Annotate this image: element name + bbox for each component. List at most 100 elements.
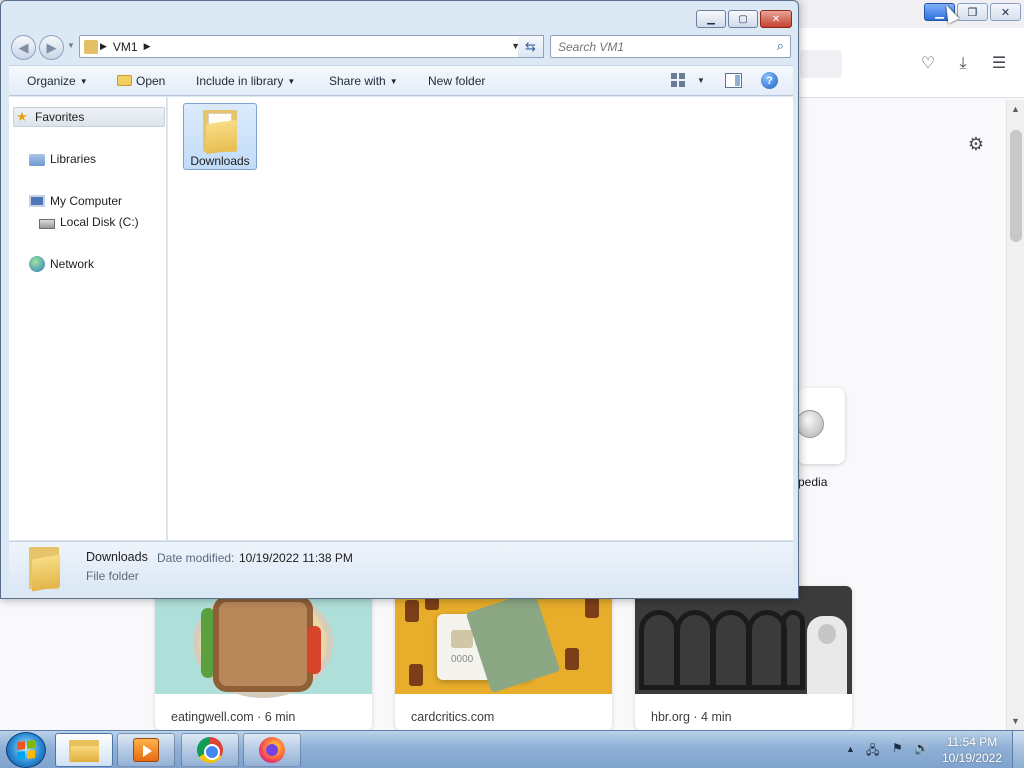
hard-disk-icon [39, 219, 55, 229]
scroll-up-icon[interactable]: ▲ [1011, 104, 1020, 114]
taskbar-media-player[interactable] [117, 733, 175, 767]
system-clock[interactable]: 11:54 PM 10/19/2022 [936, 734, 1008, 766]
folder-icon [84, 39, 98, 54]
folder-item-label: Downloads [190, 154, 250, 168]
pocket-icon[interactable]: ♡ [918, 54, 938, 74]
change-view-icon[interactable] [671, 73, 685, 87]
clock-date: 10/19/2022 [941, 751, 1003, 765]
story-card[interactable]: eatingwell.com · 6 min [155, 586, 372, 730]
story-image [635, 586, 852, 694]
nav-item-label: Favorites [35, 110, 85, 124]
details-pane: Downloads Date modified: 10/19/2022 11:3… [9, 541, 793, 594]
top-site-label: pedia [798, 475, 828, 489]
firefox-url-bar[interactable] [800, 50, 842, 78]
folder-icon [29, 545, 61, 592]
chevron-down-icon: ▼ [79, 77, 88, 86]
gear-icon[interactable]: ⚙ [966, 134, 986, 154]
window-caption-buttons: ▁ ▢ ✕ [696, 10, 792, 28]
volume-icon[interactable]: 🔊 [914, 741, 929, 755]
open-folder-icon [117, 75, 132, 86]
star-icon: ★ [16, 109, 28, 124]
preview-pane-icon[interactable] [725, 73, 742, 88]
nav-item-libraries[interactable]: Libraries [29, 149, 96, 169]
firefox-close-button[interactable]: ✕ [990, 3, 1021, 21]
action-center-flag-icon[interactable]: ⚑ [892, 741, 903, 755]
search-box[interactable]: ⌕ [550, 35, 791, 58]
folder-icon [203, 110, 237, 155]
nav-item-label: Network [50, 257, 95, 271]
clock-time: 11:54 PM [946, 735, 998, 749]
navigation-bar: ◀ ▶ ▼ ▶ VM1 ▶ ▼ ⇆ ⌕ [9, 33, 793, 61]
computer-icon [29, 195, 45, 207]
details-type: File folder [86, 569, 139, 583]
story-source: cardcritics.com [411, 710, 495, 724]
taskbar-google-chrome[interactable] [181, 733, 239, 767]
minimize-button[interactable]: ▁ [696, 10, 726, 28]
organize-button[interactable]: Organize ▼ [27, 74, 88, 88]
scroll-down-icon[interactable]: ▼ [1011, 716, 1020, 726]
network-tray-icon[interactable]: 🖧 [866, 741, 879, 762]
nav-item-label: My Computer [50, 194, 123, 208]
refresh-icon: ⇆ [525, 38, 536, 54]
taskbar: ▲ 🖧 ⚑ 🔊 11:54 PM 10/19/2022 [0, 730, 1024, 768]
refresh-button[interactable]: ⇆ [518, 35, 544, 58]
help-icon[interactable]: ? [761, 72, 778, 89]
windows-logo-icon [17, 740, 35, 760]
story-source: hbr.org · 4 min [651, 710, 732, 724]
media-player-icon [133, 738, 159, 762]
new-folder-button[interactable]: New folder [428, 74, 485, 88]
chevron-down-icon: ▼ [287, 77, 296, 86]
nav-item-label: Local Disk (C:) [60, 215, 139, 229]
view-options-dropdown-icon[interactable]: ▼ [697, 76, 705, 85]
show-hidden-icons-icon[interactable]: ▲ [846, 744, 855, 754]
page-scrollbar[interactable]: ▲ ▼ [1006, 100, 1024, 730]
story-source: eatingwell.com · 6 min [171, 710, 296, 724]
scrollbar-thumb[interactable] [1010, 130, 1022, 242]
chrome-icon [197, 737, 223, 763]
hamburger-menu-icon[interactable]: ☰ [989, 54, 1009, 74]
taskbar-windows-explorer[interactable] [55, 733, 113, 767]
nav-item-local-disk[interactable]: Local Disk (C:) [39, 212, 139, 232]
search-icon[interactable]: ⌕ [777, 38, 784, 54]
story-image [155, 586, 372, 698]
command-bar: Organize ▼ Open Include in library ▼ Share… [9, 65, 793, 96]
recent-pages-dropdown-icon[interactable]: ▼ [67, 41, 75, 50]
chevron-down-icon: ▼ [389, 77, 398, 86]
include-in-library-button[interactable]: Include in library ▼ [196, 74, 295, 88]
card-digits: 0000 [451, 654, 474, 665]
libraries-icon [29, 154, 45, 166]
address-bar[interactable]: ▶ VM1 ▶ ▼ [79, 35, 525, 58]
breadcrumb-vm1[interactable]: VM1 [113, 40, 138, 54]
details-modified-label: Date modified: [157, 551, 235, 565]
back-button[interactable]: ◀ [11, 35, 36, 60]
share-with-button[interactable]: Share with ▼ [329, 74, 398, 88]
story-card[interactable]: hbr.org · 4 min [635, 586, 852, 730]
maximize-button[interactable]: ▢ [728, 10, 758, 28]
explorer-window: ▁ ▢ ✕ ◀ ▶ ▼ ▶ VM1 ▶ ▼ ⇆ ⌕ Organize▼ Open… [0, 0, 799, 599]
open-button[interactable]: Open [117, 74, 165, 88]
breadcrumb-separator-icon[interactable]: ▶ [100, 41, 107, 52]
windows-explorer-icon [69, 738, 99, 762]
nav-item-my-computer[interactable]: My Computer [29, 191, 122, 211]
download-icon[interactable]: ⤓ [953, 54, 973, 74]
nav-item-label: Libraries [50, 152, 97, 166]
forward-button[interactable]: ▶ [39, 35, 64, 60]
breadcrumb-separator-icon[interactable]: ▶ [144, 41, 151, 52]
start-button[interactable] [6, 732, 46, 768]
navigation-pane: ★ Favorites Libraries My Computer Local … [9, 97, 167, 540]
show-desktop-button[interactable] [1012, 731, 1024, 768]
file-list[interactable]: Downloads [168, 97, 793, 540]
search-input[interactable] [558, 39, 758, 54]
details-modified-value: 10/19/2022 11:38 PM [239, 551, 353, 565]
close-button[interactable]: ✕ [760, 10, 792, 28]
nav-item-network[interactable]: Network [29, 254, 94, 274]
folder-item-downloads[interactable]: Downloads [183, 103, 257, 170]
details-name: Downloads [86, 550, 148, 564]
nav-item-favorites[interactable]: ★ Favorites [13, 107, 165, 127]
taskbar-firefox[interactable] [243, 733, 301, 767]
wikipedia-icon [796, 410, 824, 438]
firefox-restore-button[interactable]: ❐ [957, 3, 988, 21]
story-card[interactable]: 0000 cardcritics.com [395, 586, 612, 730]
story-image: 0000 [395, 586, 612, 694]
network-icon [29, 256, 45, 272]
